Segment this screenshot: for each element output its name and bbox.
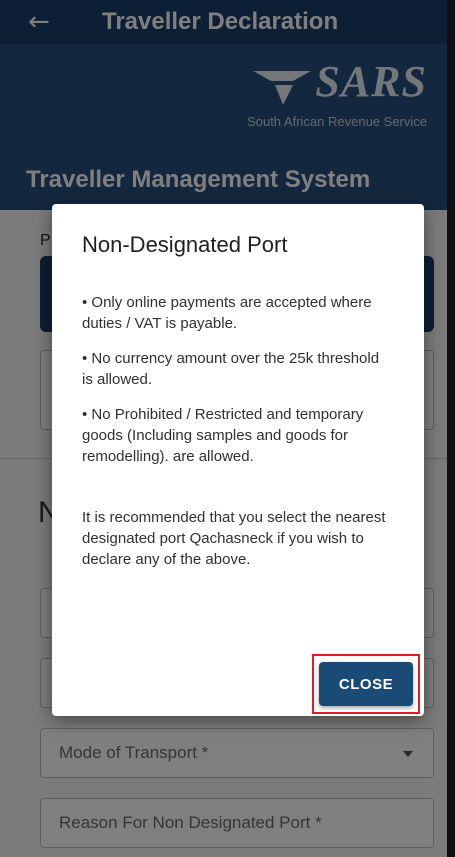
app-screen: ← Traveller Declaration SARS South Afric…	[0, 0, 455, 857]
non-designated-port-dialog: Non-Designated Port • Only online paymen…	[52, 204, 424, 716]
dialog-recommendation: It is recommended that you select the ne…	[82, 509, 386, 568]
dialog-bullet: • Only online payments are accepted wher…	[82, 294, 372, 332]
dialog-bullet: • No currency amount over the 25k thresh…	[82, 350, 380, 388]
close-button[interactable]: CLOSE	[319, 662, 413, 706]
dialog-title: Non-Designated Port	[82, 232, 288, 257]
dialog-bullet: • No Prohibited / Restricted and tempora…	[82, 406, 364, 465]
screen-edge	[447, 0, 455, 857]
